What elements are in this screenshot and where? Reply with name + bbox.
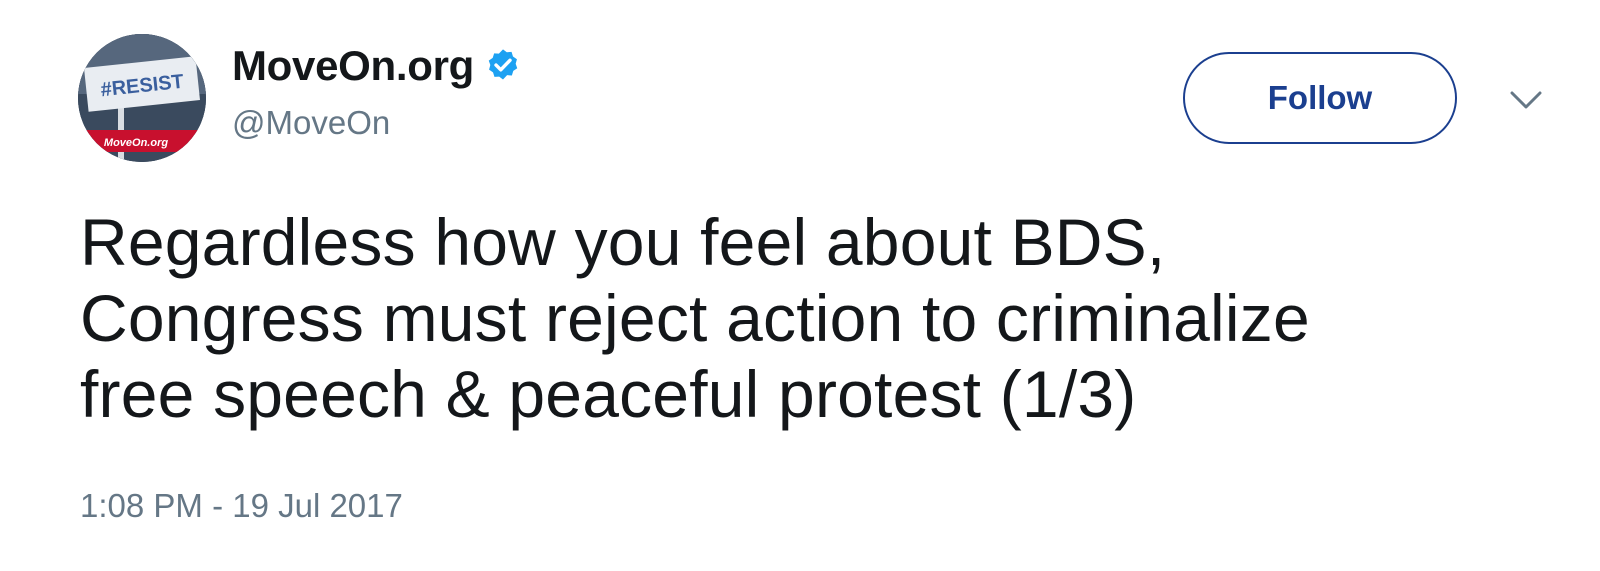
tweet-card: #RESIST MoveOn.org MoveOn.org @MoveOn Fo… [0, 0, 1600, 571]
tweet-text-line: free speech & peaceful protest (1/3) [80, 357, 1137, 431]
display-name[interactable]: MoveOn.org [232, 42, 522, 90]
avatar-banner-text: MoveOn.org [104, 137, 168, 149]
user-handle[interactable]: @MoveOn [232, 104, 390, 142]
tweet-text-line: Congress must reject action to criminali… [80, 281, 1310, 355]
display-name-text[interactable]: MoveOn.org [232, 42, 474, 90]
tweet-timestamp[interactable]: 1:08 PM - 19 Jul 2017 [80, 487, 403, 525]
follow-button[interactable]: Follow [1183, 52, 1457, 144]
avatar-image: #RESIST MoveOn.org [78, 34, 206, 162]
verified-badge-icon [488, 49, 518, 80]
chevron-down-icon[interactable] [1508, 86, 1544, 114]
tweet-text-line: Regardless how you feel about BDS, [80, 205, 1166, 279]
tweet-text: Regardless how you feel about BDS, Congr… [80, 204, 1520, 432]
avatar[interactable]: #RESIST MoveOn.org [78, 34, 206, 162]
